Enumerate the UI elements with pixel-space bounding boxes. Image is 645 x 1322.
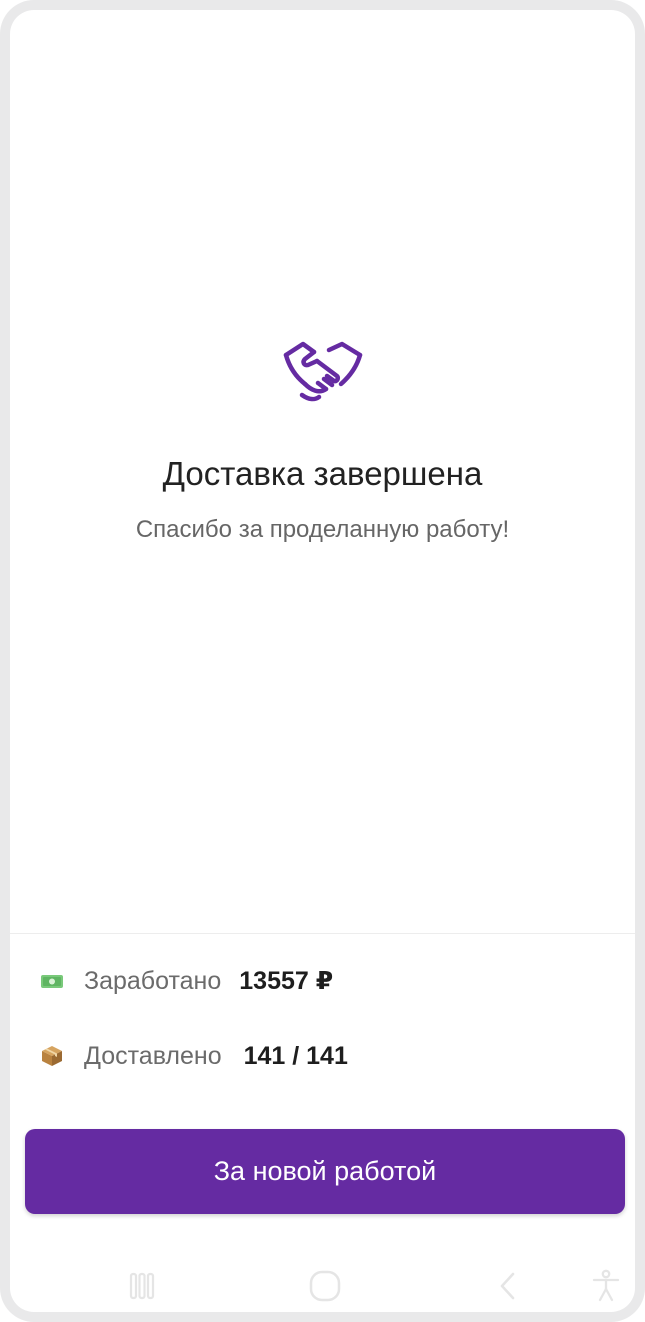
delivered-label: Доставлено (84, 1041, 222, 1070)
system-navigation-bar (10, 1260, 635, 1312)
money-icon (40, 969, 64, 993)
handshake-icon (283, 341, 362, 402)
package-icon (40, 1044, 64, 1068)
earned-row: Заработано 13557 ₽ (40, 961, 333, 1001)
delivered-row: Доставлено 141 / 141 (40, 1036, 348, 1076)
accessibility-icon[interactable] (586, 1268, 626, 1304)
device-frame: Доставка завершена Спасибо за проделанну… (0, 0, 645, 1322)
home-icon[interactable] (305, 1268, 345, 1304)
earned-value: 13557 ₽ (239, 967, 334, 995)
delivered-value: 141 / 141 (243, 1041, 348, 1070)
new-work-button[interactable]: За новой работой (25, 1129, 625, 1214)
earned-label: Заработано (84, 966, 222, 995)
page-title: Доставка завершена (162, 455, 483, 492)
subtitle: Спасибо за проделанную работу! (135, 515, 510, 543)
recent-apps-icon[interactable] (122, 1268, 162, 1304)
back-icon[interactable] (488, 1268, 528, 1304)
divider (10, 933, 635, 934)
screen: Доставка завершена Спасибо за проделанну… (10, 10, 635, 1312)
completion-message: Доставка завершена Спасибо за проделанну… (10, 340, 635, 544)
